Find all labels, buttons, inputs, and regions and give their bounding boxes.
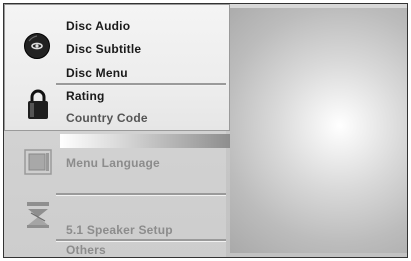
menu-divider	[56, 193, 226, 196]
menu-item-disc-menu[interactable]: Disc Menu	[66, 66, 128, 80]
padlock-icon[interactable]	[26, 88, 50, 125]
menu-item-country-code[interactable]: Country Code	[66, 111, 148, 125]
menu-item-disc-audio[interactable]: Disc Audio	[66, 19, 130, 33]
menu-divider	[56, 239, 226, 242]
menu-divider	[56, 83, 226, 86]
selection-highlight	[60, 134, 230, 148]
speaker-icon[interactable]	[25, 200, 51, 235]
setup-menu-screen: Disc Audio Disc Subtitle Disc Menu Ratin…	[3, 3, 408, 258]
menu-item-menu-language[interactable]: Menu Language	[66, 156, 160, 170]
menu-item-rating[interactable]: Rating	[66, 89, 105, 103]
display-icon[interactable]	[24, 149, 52, 180]
menu-item-speaker-setup[interactable]: 5.1 Speaker Setup	[66, 223, 173, 237]
disc-icon[interactable]	[23, 32, 51, 65]
preview-panel	[230, 8, 407, 253]
menu-item-others[interactable]: Others	[66, 243, 106, 257]
menu-item-disc-subtitle[interactable]: Disc Subtitle	[66, 42, 141, 56]
